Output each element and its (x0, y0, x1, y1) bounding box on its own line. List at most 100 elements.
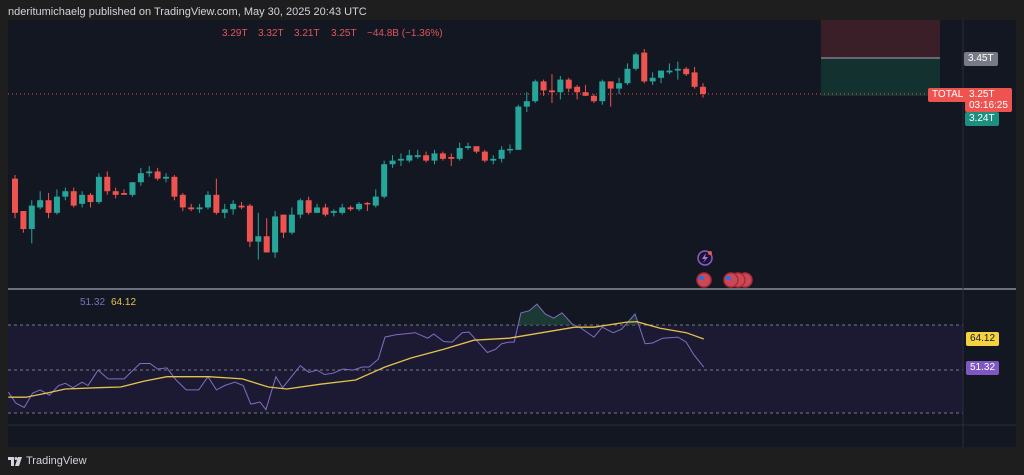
candle (322, 203, 329, 217)
candle (246, 203, 253, 248)
candle (523, 92, 530, 113)
candle (691, 66, 698, 89)
candle-body (607, 81, 614, 89)
candle-body (372, 196, 379, 206)
candle-body (548, 90, 555, 93)
candle (347, 205, 354, 212)
candle (372, 189, 379, 208)
candle (171, 175, 178, 201)
candle-body (171, 176, 178, 197)
candle-body (515, 106, 522, 150)
last-price: 3.25T (969, 89, 995, 100)
bar-countdown: 03:16:25 (969, 100, 1008, 111)
candle-body (45, 200, 52, 213)
candle-body (397, 158, 404, 161)
candle-body (314, 207, 321, 213)
candle-body (574, 86, 581, 93)
stop-price-label: 3.24T (965, 112, 999, 126)
candle-body (272, 216, 279, 253)
candle (129, 182, 136, 197)
candle (649, 72, 656, 85)
candle-body (481, 151, 488, 161)
brand-name: TradingView (26, 455, 87, 467)
candle (62, 187, 69, 201)
candle-body (456, 148, 463, 159)
candle-body (364, 202, 371, 205)
candle (397, 153, 404, 167)
candle (624, 63, 631, 85)
candle (28, 200, 35, 244)
candle (590, 94, 597, 104)
candle (515, 104, 522, 150)
us-flag-event-group-icon[interactable] (723, 272, 753, 288)
candle (37, 191, 44, 210)
candle-body (28, 205, 35, 230)
candle-body (79, 194, 86, 204)
candle-body (129, 182, 136, 195)
candle (557, 75, 564, 100)
candle (674, 61, 681, 80)
candle (104, 171, 111, 195)
candle (481, 149, 488, 163)
candle (439, 151, 446, 161)
candle (339, 203, 346, 215)
candle (163, 173, 170, 183)
candle-body (448, 157, 455, 159)
candle-body (649, 77, 656, 82)
candle-body (213, 194, 220, 213)
candle (196, 203, 203, 213)
candle (456, 142, 463, 161)
candle (263, 218, 270, 253)
candle-body (616, 83, 623, 89)
rsi-band-bg (8, 325, 963, 413)
candle (431, 149, 438, 165)
candle (406, 149, 413, 163)
candle-body (62, 191, 69, 197)
candle (221, 203, 228, 219)
candle (683, 66, 690, 76)
event-lightning-icon[interactable] (697, 250, 713, 266)
target-price-label: 3.45T (964, 52, 998, 66)
candle-body (490, 158, 497, 161)
candle-body (137, 173, 144, 183)
candle (599, 79, 606, 105)
candle (95, 173, 102, 204)
candle (548, 74, 555, 104)
candle-body (188, 207, 195, 210)
candle (490, 155, 497, 165)
candle (121, 189, 128, 195)
candle-body (263, 236, 270, 253)
candle-body (431, 153, 438, 161)
last-price-label: 3.25T 03:16:25 (965, 88, 1012, 112)
symbol-label: TOTAL (928, 88, 968, 102)
rsi-ma-axis-label: 64.12 (966, 332, 1000, 346)
candle (188, 203, 195, 212)
candle-body (12, 178, 18, 213)
candle-body (355, 203, 362, 210)
candle-body (196, 207, 203, 210)
candle-body (423, 155, 430, 161)
candle-body (507, 148, 514, 151)
candle-body (288, 214, 295, 233)
candle (330, 209, 337, 217)
candle (574, 84, 581, 100)
candle-body (121, 193, 128, 195)
candle-body (154, 171, 161, 179)
candle (112, 187, 119, 199)
candle (414, 149, 421, 159)
candle-body (473, 146, 480, 152)
candle-body (683, 68, 690, 75)
us-flag-event-icon[interactable] (696, 272, 712, 288)
candle (280, 214, 287, 239)
candle (423, 151, 430, 163)
candle-body (666, 70, 673, 73)
tradingview-logo[interactable]: TradingView (8, 455, 87, 467)
candle-body (465, 146, 472, 149)
candle-body (204, 194, 211, 208)
candle-body (255, 236, 262, 242)
candle (532, 79, 539, 104)
position-tool[interactable] (821, 20, 940, 96)
candle-body (179, 194, 186, 208)
chart-canvas[interactable] (0, 0, 1024, 475)
candle-body (674, 68, 681, 71)
